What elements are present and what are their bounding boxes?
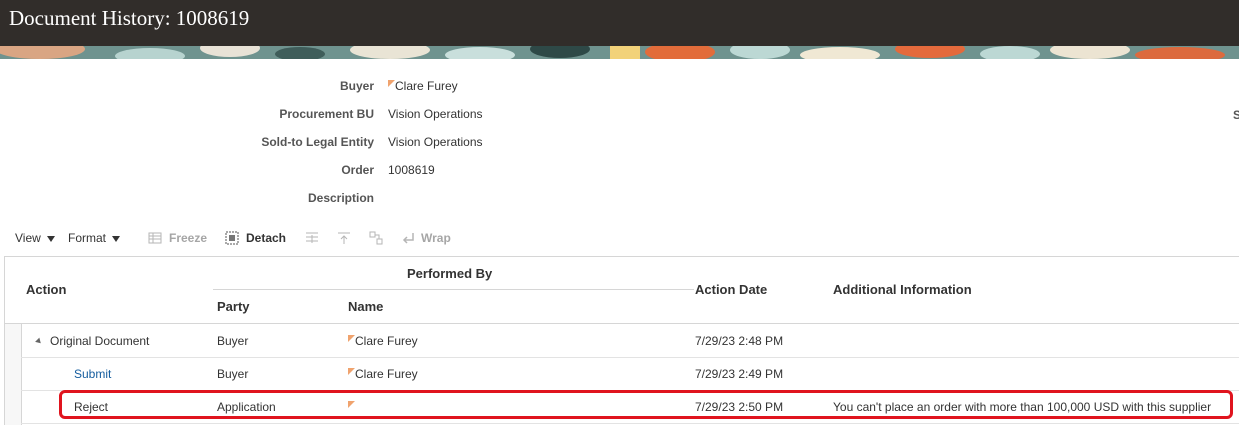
field-sold-to: Sold-to Legal Entity Vision Operations — [0, 135, 600, 155]
decorative-banner — [0, 46, 1239, 59]
detach-button[interactable]: Detach — [246, 231, 286, 245]
header-name[interactable]: Name — [348, 299, 383, 314]
table-row[interactable]: Submit Buyer Clare Furey 7/29/23 2:49 PM — [21, 357, 1239, 391]
description-label: Description — [307, 191, 374, 205]
header-party[interactable]: Party — [217, 299, 250, 314]
sold-to-label: Sold-to Legal Entity — [261, 135, 374, 149]
truncated-label: S — [1233, 108, 1239, 122]
header-additional-information[interactable]: Additional Information — [833, 282, 972, 297]
buyer-value[interactable]: Clare Furey — [388, 79, 458, 93]
page-title: Document History: 1008619 — [9, 6, 250, 30]
reorder-icon[interactable] — [369, 231, 383, 245]
order-label: Order — [341, 163, 374, 177]
row-party: Buyer — [217, 367, 249, 381]
field-order: Order 1008619 — [0, 163, 600, 183]
row-action-date: 7/29/23 2:49 PM — [695, 367, 784, 381]
row-name[interactable] — [348, 400, 355, 414]
field-procurement-bu: Procurement BU Vision Operations — [0, 107, 600, 127]
row-action-date: 7/29/23 2:48 PM — [695, 334, 784, 348]
detach-icon — [225, 231, 239, 245]
table-header: Action Performed By Party Name Action Da… — [5, 257, 1239, 324]
row-party: Buyer — [217, 334, 249, 348]
page-header: Document History: 1008619 — [0, 0, 1239, 46]
row-party: Application — [217, 400, 276, 414]
flag-icon — [388, 80, 395, 87]
expand-triangle-icon[interactable] — [35, 337, 43, 346]
sold-to-value: Vision Operations — [388, 135, 483, 149]
flag-icon — [348, 335, 355, 342]
flag-icon — [348, 401, 355, 408]
field-description: Description — [0, 191, 600, 211]
sort-up-icon[interactable] — [337, 231, 351, 245]
order-value: 1008619 — [388, 163, 435, 177]
header-performed-by: Performed By — [407, 266, 493, 281]
table-row[interactable]: Reject Application 7/29/23 2:50 PM You c… — [21, 390, 1239, 424]
caret-down-icon — [46, 235, 55, 242]
procurement-bu-value: Vision Operations — [388, 107, 483, 121]
row-action-link[interactable]: Submit — [74, 367, 111, 381]
header-action[interactable]: Action — [26, 282, 66, 297]
flag-icon — [348, 368, 355, 375]
row-additional-info: You can't place an order with more than … — [833, 400, 1212, 414]
format-menu[interactable]: Format — [68, 231, 121, 245]
header-action-date[interactable]: Action Date — [695, 282, 767, 297]
table-toolbar: View Format Freeze Detach Wrap — [0, 229, 1239, 249]
wrap-button[interactable]: Wrap — [421, 231, 451, 245]
wrap-icon — [402, 233, 414, 244]
freeze-icon — [148, 232, 162, 244]
row-name[interactable]: Clare Furey — [348, 367, 418, 381]
buyer-label: Buyer — [339, 79, 374, 93]
header-divider — [213, 289, 694, 290]
row-name[interactable]: Clare Furey — [348, 334, 418, 348]
row-action[interactable]: Original Document — [35, 334, 149, 348]
row-action: Reject — [74, 400, 109, 414]
wrap-rows-icon[interactable] — [305, 231, 319, 245]
view-menu[interactable]: View — [15, 231, 55, 245]
field-buyer: Buyer Clare Furey — [0, 79, 600, 99]
document-history-table: Action Performed By Party Name Action Da… — [4, 256, 1239, 425]
table-row[interactable]: Original Document Buyer Clare Furey 7/29… — [21, 324, 1239, 358]
caret-down-icon — [112, 235, 121, 242]
procurement-bu-label: Procurement BU — [279, 107, 374, 121]
row-action-date: 7/29/23 2:50 PM — [695, 400, 784, 414]
freeze-button[interactable]: Freeze — [169, 231, 207, 245]
